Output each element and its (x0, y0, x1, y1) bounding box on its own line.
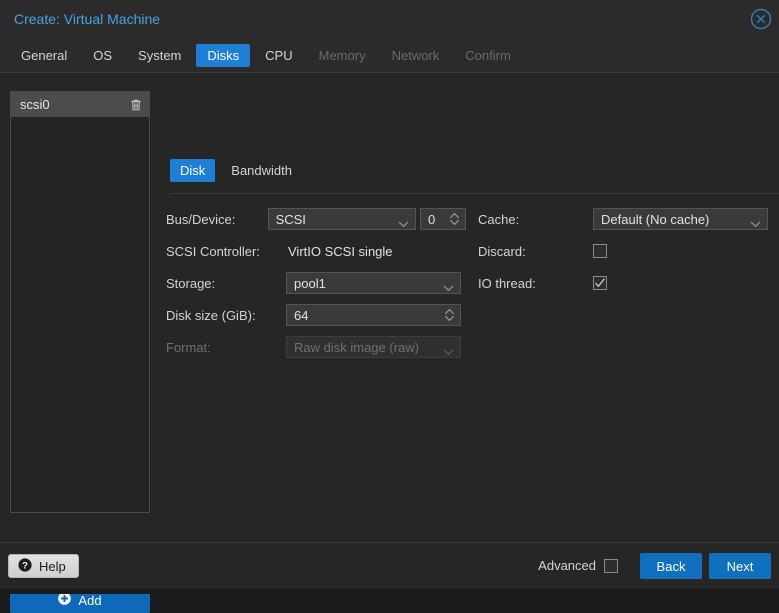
chevron-down-icon (398, 216, 409, 228)
background-clipped-strip (0, 589, 779, 594)
discard-checkbox[interactable] (593, 244, 607, 258)
form-row-bus-device: Bus/Device: SCSI 0 (166, 203, 466, 235)
tab-system[interactable]: System (127, 44, 192, 67)
tab-cpu[interactable]: CPU (254, 44, 303, 67)
close-circle-icon[interactable] (749, 7, 773, 31)
next-button[interactable]: Next (709, 553, 771, 579)
advanced-toggle[interactable]: Advanced (538, 558, 618, 573)
form-row-cache: Cache: Default (No cache) (478, 203, 778, 235)
dialog-title: Create: Virtual Machine (14, 11, 161, 27)
device-label: scsi0 (20, 97, 50, 112)
dialog-body: scsi0 Add Disk Bandwidth Bus/Device: SCS… (0, 73, 779, 613)
help-button[interactable]: ? Help (8, 554, 79, 578)
bus-select[interactable]: SCSI (267, 208, 416, 230)
tab-memory: Memory (318, 47, 366, 63)
dialog-footer: ? Help Advanced Back Next (0, 542, 779, 589)
scsi-controller-label: SCSI Controller: (166, 243, 260, 259)
cache-label: Cache: (478, 211, 520, 227)
advanced-label: Advanced (538, 558, 596, 573)
dialog-title-bar: Create: Virtual Machine (0, 0, 779, 38)
list-item[interactable]: scsi0 (11, 92, 149, 117)
chevron-down-icon (750, 216, 761, 228)
format-select: Raw disk image (raw) (286, 336, 461, 358)
storage-select[interactable]: pool1 (286, 272, 461, 294)
disk-detail-pane: Disk Bandwidth Bus/Device: SCSI 0 SCSI C… (160, 73, 779, 542)
svg-text:?: ? (22, 560, 28, 571)
form-row-scsi-controller: SCSI Controller: VirtIO SCSI single (166, 235, 466, 267)
checkmark-icon (595, 278, 605, 288)
disk-size-value: 64 (294, 307, 309, 323)
form-row-storage: Storage: pool1 (166, 267, 466, 299)
device-number-value: 0 (427, 211, 436, 227)
tab-network: Network (391, 47, 440, 63)
subtab-disk[interactable]: Disk (170, 159, 216, 182)
create-vm-dialog: Create: Virtual Machine General OS Syste… (0, 0, 779, 613)
disk-device-list: scsi0 (10, 91, 150, 513)
back-button[interactable]: Back (640, 553, 702, 579)
form-column-right: Cache: Default (No cache) Discard: IO th… (478, 203, 778, 299)
tab-os[interactable]: OS (82, 44, 123, 67)
scsi-controller-value: VirtIO SCSI single (288, 243, 393, 259)
plus-circle-icon (58, 592, 72, 608)
advanced-checkbox[interactable] (604, 558, 618, 573)
disk-size-label: Disk size (GiB): (166, 307, 256, 323)
device-number-stepper[interactable]: 0 (419, 208, 466, 230)
help-label: Help (39, 558, 66, 574)
form-row-discard: Discard: (478, 235, 778, 267)
trash-icon[interactable] (129, 98, 143, 112)
format-label: Format: (166, 339, 211, 355)
spinner-arrows-icon[interactable] (449, 212, 460, 226)
discard-label: Discard: (478, 243, 526, 259)
spinner-arrows-icon[interactable] (444, 308, 455, 322)
subtab-divider (170, 193, 779, 194)
cache-value: Default (No cache) (601, 211, 710, 227)
cache-select[interactable]: Default (No cache) (593, 208, 768, 230)
form-row-io-thread: IO thread: (478, 267, 778, 299)
disk-size-stepper[interactable]: 64 (286, 304, 461, 326)
format-value: Raw disk image (raw) (294, 339, 419, 355)
tab-general[interactable]: General (10, 44, 78, 67)
add-disk-label: Add (78, 592, 102, 608)
io-thread-checkbox[interactable] (593, 276, 607, 290)
bus-value: SCSI (275, 211, 306, 227)
form-row-format: Format: Raw disk image (raw) (166, 331, 466, 363)
chevron-down-icon (443, 344, 454, 356)
subtab-bandwidth[interactable]: Bandwidth (221, 159, 302, 182)
bus-device-label: Bus/Device: (166, 211, 236, 227)
disk-subtab-bar: Disk Bandwidth (170, 159, 302, 182)
tab-disks[interactable]: Disks (196, 43, 251, 67)
storage-label: Storage: (166, 275, 216, 291)
form-column-left: Bus/Device: SCSI 0 SCSI Controller: Virt… (166, 203, 466, 363)
storage-value: pool1 (294, 275, 326, 291)
wizard-tab-bar: General OS System Disks CPU Memory Netwo… (0, 38, 779, 73)
io-thread-label: IO thread: (478, 275, 536, 291)
form-row-disk-size: Disk size (GiB): 64 (166, 299, 466, 331)
chevron-down-icon (443, 280, 454, 292)
question-circle-icon: ? (18, 557, 32, 575)
tab-confirm: Confirm (465, 47, 511, 63)
